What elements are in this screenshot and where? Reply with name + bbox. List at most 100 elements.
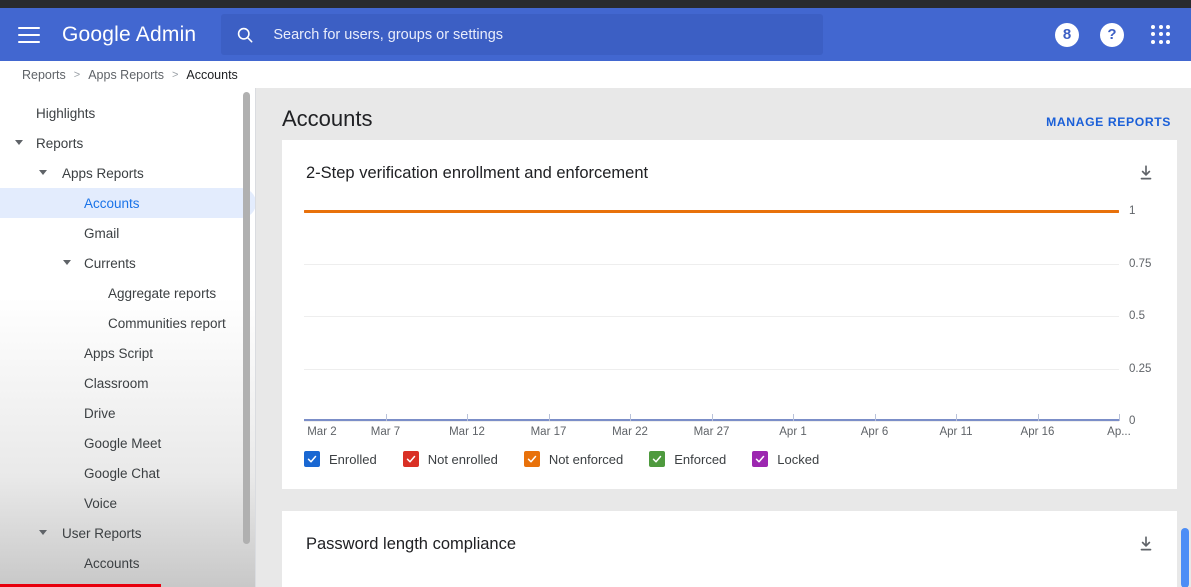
x-axis-tick-label: Apr 11 bbox=[939, 426, 973, 438]
sidebar-nav-list: Highlights Reports Apps Reports Accounts Gma… bbox=[0, 98, 256, 578]
chart-x-tick bbox=[1119, 414, 1120, 421]
legend-label: Enrolled bbox=[329, 451, 377, 467]
x-axis-tick-label: Mar 27 bbox=[693, 426, 730, 438]
sidebar-item-google-meet[interactable]: Google Meet bbox=[0, 428, 256, 458]
sidebar-item-label: Aggregate reports bbox=[108, 285, 217, 301]
sidebar-item-user-reports[interactable]: User Reports bbox=[0, 518, 256, 548]
chevron-down-icon[interactable] bbox=[39, 530, 47, 535]
support-icon[interactable]: 8 bbox=[1055, 22, 1079, 47]
sidebar-item-accounts[interactable]: Accounts bbox=[0, 188, 256, 218]
x-axis-tick-label: Apr 1 bbox=[779, 426, 807, 438]
legend-checkbox[interactable] bbox=[402, 451, 419, 467]
apps-grid-icon[interactable] bbox=[1151, 24, 1171, 45]
sidebar-item-label: Apps Reports bbox=[62, 165, 144, 181]
password-card-title: Password length compliance bbox=[306, 535, 517, 553]
check-icon bbox=[653, 455, 662, 463]
chart-x-tick bbox=[711, 414, 713, 421]
body-wrapper: Highlights Reports Apps Reports Accounts Gma… bbox=[0, 88, 1191, 587]
sidebar-item-label: Drive bbox=[84, 405, 116, 421]
y-axis-tick-label: 1 bbox=[1129, 205, 1136, 217]
download-icon[interactable] bbox=[1137, 535, 1155, 553]
sidebar-item-label: Google Meet bbox=[84, 435, 162, 451]
legend-label: Locked bbox=[777, 451, 820, 467]
chart-x-tick bbox=[874, 414, 876, 421]
legend-label: Not enforced bbox=[548, 451, 624, 467]
sidebar-item-apps-reports[interactable]: Apps Reports bbox=[0, 158, 256, 188]
sidebar-item-reports[interactable]: Reports bbox=[0, 128, 256, 158]
check-icon bbox=[756, 455, 765, 463]
sidebar-item-label: Highlights bbox=[36, 105, 96, 121]
breadcrumb: Reports > Apps Reports > Accounts bbox=[0, 61, 1191, 88]
chevron-down-icon[interactable] bbox=[15, 140, 23, 145]
sidebar-item-voice[interactable]: Voice bbox=[0, 488, 256, 518]
sidebar-item-label: Classroom bbox=[84, 375, 149, 391]
chart-gridline bbox=[304, 316, 1119, 317]
password-card-header: Password length compliance bbox=[282, 511, 1177, 554]
download-icon[interactable] bbox=[1137, 164, 1155, 182]
y-axis-tick-label: 0.75 bbox=[1129, 257, 1152, 270]
x-axis-tick-label: Ap... bbox=[1107, 426, 1131, 438]
chart-x-tick bbox=[630, 414, 631, 421]
help-icon[interactable]: ? bbox=[1100, 22, 1124, 47]
sidebar-item-apps-script[interactable]: Apps Script bbox=[0, 338, 256, 368]
legend-item-not-enrolled[interactable]: Not enrolled bbox=[402, 451, 498, 467]
legend-checkbox[interactable] bbox=[523, 451, 540, 467]
chart-gridline bbox=[304, 263, 1119, 265]
sidebar-item-accounts[interactable]: Accounts bbox=[0, 548, 256, 578]
sidebar-item-label: Accounts bbox=[84, 555, 140, 571]
sidebar-item-classroom[interactable]: Classroom bbox=[0, 368, 256, 398]
chart-gridline bbox=[304, 421, 1119, 422]
legend-label: Not enrolled bbox=[427, 451, 498, 467]
sidebar-item-label: User Reports bbox=[62, 525, 142, 541]
chart-x-tick bbox=[548, 414, 550, 421]
legend-checkbox[interactable] bbox=[649, 451, 666, 467]
chart-x-tick bbox=[467, 414, 468, 421]
legend-item-enrolled[interactable]: Enrolled bbox=[304, 451, 377, 467]
manage-reports-link[interactable]: MANAGE REPORTS bbox=[1046, 115, 1175, 129]
sidebar-item-label: Reports bbox=[36, 135, 84, 151]
breadcrumb-item-apps-reports[interactable]: Apps Reports bbox=[88, 68, 164, 82]
chart-card-header: 2-Step verification enrollment and enfor… bbox=[282, 140, 1177, 183]
sidebar-item-communities-report[interactable]: Communities report bbox=[0, 308, 256, 338]
legend-label: Enforced bbox=[674, 451, 727, 467]
sidebar-item-label: Apps Script bbox=[84, 345, 154, 361]
sidebar-item-label: Accounts bbox=[84, 195, 140, 211]
legend-item-not-enforced[interactable]: Not enforced bbox=[523, 451, 624, 467]
app-header: Google Admin Search for users, groups or… bbox=[0, 8, 1191, 61]
sidebar-item-highlights[interactable]: Highlights bbox=[0, 98, 256, 128]
sidebar-item-drive[interactable]: Drive bbox=[0, 398, 256, 428]
search-placeholder: Search for users, groups or settings bbox=[273, 26, 504, 43]
sidebar-item-gmail[interactable]: Gmail bbox=[0, 218, 256, 248]
chevron-down-icon[interactable] bbox=[39, 170, 47, 175]
sidebar-item-aggregate-reports[interactable]: Aggregate reports bbox=[0, 278, 256, 308]
sidebar-scrollbar[interactable] bbox=[243, 92, 250, 544]
chart-card: 2-Step verification enrollment and enfor… bbox=[282, 140, 1177, 489]
main-scrollbar[interactable] bbox=[1181, 528, 1189, 587]
legend-item-enforced[interactable]: Enforced bbox=[649, 451, 726, 467]
check-icon bbox=[527, 455, 537, 463]
chart-gridline bbox=[304, 368, 1119, 370]
chart-x-tick bbox=[385, 414, 387, 421]
hamburger-menu-icon[interactable] bbox=[18, 26, 40, 43]
chevron-down-icon[interactable] bbox=[63, 260, 71, 265]
password-card: Password length compliance bbox=[282, 511, 1177, 587]
legend-checkbox[interactable] bbox=[752, 451, 769, 467]
check-icon bbox=[406, 455, 415, 463]
sidebar-item-currents[interactable]: Currents bbox=[0, 248, 256, 278]
x-axis-tick-label: Mar 2 bbox=[307, 426, 337, 438]
y-axis-tick-label: 0.5 bbox=[1129, 310, 1145, 322]
chart-x-tick bbox=[956, 414, 957, 421]
top-strip bbox=[0, 0, 1191, 8]
legend-checkbox[interactable] bbox=[304, 451, 320, 467]
legend-item-locked[interactable]: Locked bbox=[752, 451, 819, 467]
breadcrumb-item-reports[interactable]: Reports bbox=[22, 68, 66, 82]
search-input[interactable]: Search for users, groups or settings bbox=[221, 14, 824, 55]
sidebar-item-google-chat[interactable]: Google Chat bbox=[0, 458, 256, 488]
breadcrumb-separator: > bbox=[73, 68, 81, 81]
chart-plot-area: 0 0.25 0.5 0.75 1 Mar 2 Mar 7 Mar 12 Mar 17 Mar 2… bbox=[304, 205, 1151, 438]
x-axis-tick-label: Apr 6 bbox=[860, 426, 889, 438]
chart-series-line bbox=[304, 210, 1119, 213]
header-actions: 8 ? bbox=[1055, 22, 1175, 47]
x-axis-tick-label: Apr 16 bbox=[1020, 426, 1055, 438]
search-icon bbox=[238, 27, 253, 42]
